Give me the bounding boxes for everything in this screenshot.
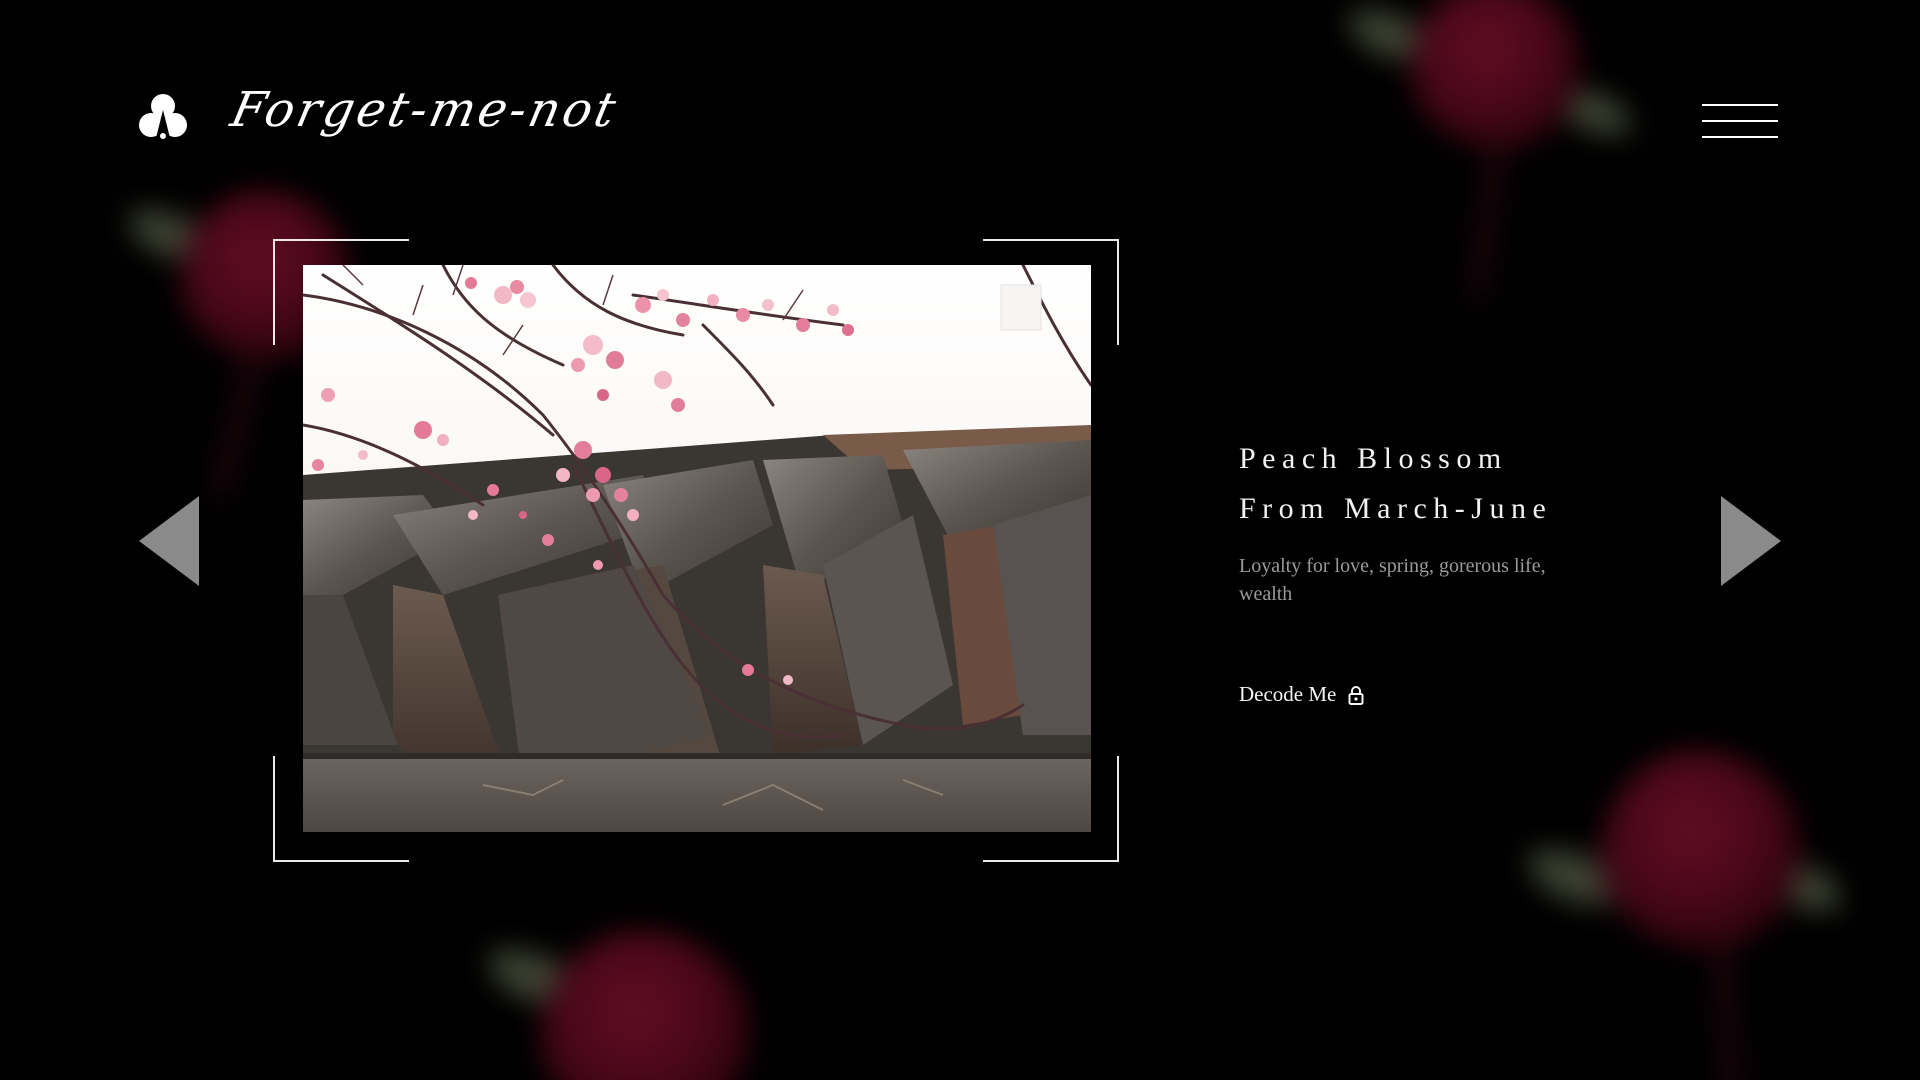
menu-line (1702, 136, 1778, 138)
background-rose-bottom-center (480, 910, 800, 1080)
decode-me-button[interactable]: Decode Me (1239, 682, 1364, 707)
page: Forget-me-not Peach Blossom From March-J… (0, 0, 1920, 1080)
decode-me-label: Decode Me (1239, 682, 1337, 706)
menu-line (1702, 120, 1778, 122)
brand-name[interactable]: Forget-me-not (226, 82, 623, 138)
next-slide-button[interactable] (1721, 496, 1781, 586)
lock-icon (1348, 685, 1364, 705)
menu-line (1702, 104, 1778, 106)
background-rose-top-right (1330, 0, 1650, 320)
background-rose-bottom-right (1520, 730, 1860, 1080)
triangle-right-icon (1721, 496, 1781, 586)
hamburger-menu-button[interactable] (1702, 104, 1778, 138)
triangle-left-icon (139, 496, 199, 586)
slide-title-line-1: Peach Blossom (1239, 442, 1508, 475)
previous-slide-button[interactable] (139, 496, 199, 586)
slide-description: Loyalty for love, spring, gorerous life,… (1239, 555, 1546, 605)
peach-blossom-photo (303, 265, 1091, 832)
slide-title-line-2: From March-June (1239, 492, 1553, 525)
flower-logo-icon[interactable] (138, 92, 188, 142)
